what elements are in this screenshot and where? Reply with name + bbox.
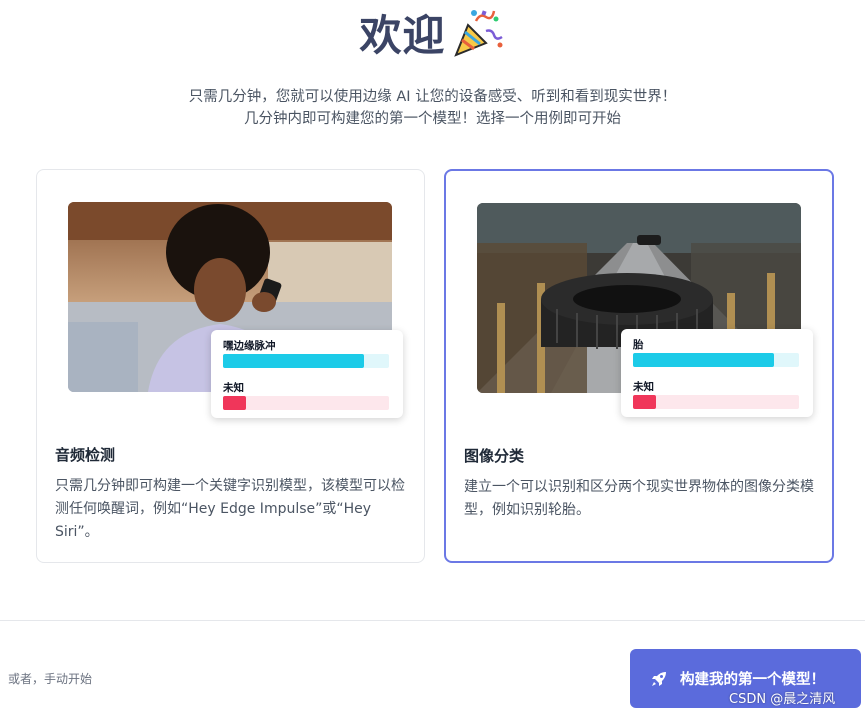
prediction-bar-track xyxy=(633,353,799,367)
prediction-bar xyxy=(223,354,365,368)
card-title: 音频检测 xyxy=(55,446,116,464)
card-title: 图像分类 xyxy=(464,447,525,465)
build-first-model-label: 构建我的第一个模型！ xyxy=(680,672,825,688)
prediction-bar-track xyxy=(223,396,389,410)
prediction-panel: 胎 未知 xyxy=(621,329,813,417)
watermark: CSDN @晨之清风 xyxy=(729,692,836,707)
subtitle-line-1: 只需几分钟，您就可以使用边缘 AI 让您的设备感受、听到和看到现实世界！ xyxy=(188,89,677,105)
welcome-header: 欢迎 xyxy=(0,5,865,60)
prediction-label: 嘿边缘脉冲 xyxy=(223,340,276,352)
prediction-bar xyxy=(223,396,247,410)
manual-start-link[interactable]: 或者，手动开始 xyxy=(8,670,92,687)
card-image-classification[interactable]: 胎 未知 图像分类 建立一个可以识别和区分两个现实世界物体的图像分类模型，例如识… xyxy=(444,169,834,563)
subtitle: 只需几分钟，您就可以使用边缘 AI 让您的设备感受、听到和看到现实世界！ 几分钟… xyxy=(0,86,865,130)
prediction-bar xyxy=(633,353,775,367)
prediction-label: 胎 xyxy=(633,339,644,351)
prediction-bar-track xyxy=(223,354,389,368)
subtitle-line-2: 几分钟内即可构建您的第一个模型！选择一个用例即可开始 xyxy=(244,111,621,127)
party-popper-icon xyxy=(453,10,503,57)
prediction-label: 未知 xyxy=(223,382,244,394)
rocket-icon xyxy=(652,671,666,686)
prediction-bar-track xyxy=(633,395,799,409)
prediction-panel: 嘿边缘脉冲 未知 xyxy=(211,330,403,418)
prediction-label: 未知 xyxy=(633,381,654,393)
card-description: 建立一个可以识别和区分两个现实世界物体的图像分类模型，例如识别轮胎。 xyxy=(464,479,814,518)
footer-divider xyxy=(0,620,865,621)
page-title: 欢迎 xyxy=(359,10,446,60)
card-description: 只需几分钟即可构建一个关键字识别模型，该模型可以检测任何唤醒词，例如“Hey E… xyxy=(55,478,405,540)
prediction-bar xyxy=(633,395,657,409)
card-audio-detection[interactable]: 嘿边缘脉冲 未知 音频检测 只需几分钟即可构建一个关键字识别模型，该模型可以检测… xyxy=(36,169,425,563)
